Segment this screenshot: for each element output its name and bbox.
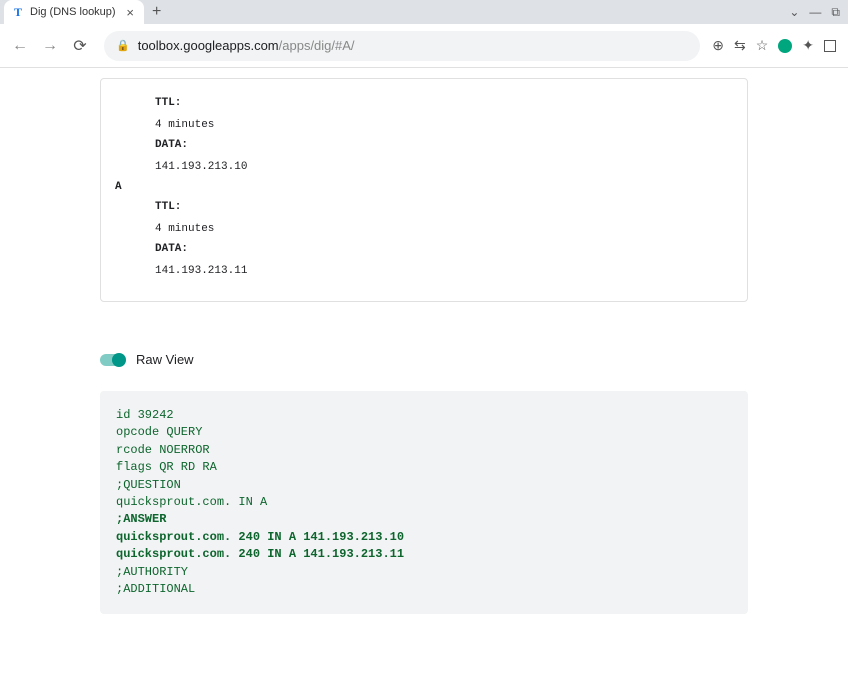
close-icon[interactable]: × [126,5,134,20]
raw-view-toggle[interactable] [100,354,124,366]
window-controls: ⌄ — ⧉ [789,5,848,20]
raw-line: rcode NOERROR [116,442,732,459]
ttl-value: 4 minutes [155,223,733,235]
maximize-icon[interactable]: ⧉ [831,5,840,20]
account-icon[interactable] [824,40,836,52]
tab-favicon: T [12,6,24,18]
zoom-icon[interactable]: ⊕ [712,37,724,54]
lock-icon: 🔒 [116,39,130,52]
browser-tab[interactable]: T Dig (DNS lookup) × [4,0,144,24]
data-value: 141.193.213.10 [155,161,733,173]
raw-line: ;ADDITIONAL [116,581,732,598]
ttl-value: 4 minutes [155,119,733,131]
dns-records-card: TTL: 4 minutes DATA: 141.193.213.10 A TT… [100,78,748,302]
extensions-button[interactable]: ✦ [802,37,814,54]
forward-button[interactable]: → [38,34,62,58]
toggle-thumb [112,353,126,367]
browser-tab-strip: T Dig (DNS lookup) × + ⌄ — ⧉ [0,0,848,24]
data-label: DATA: [155,243,733,255]
dns-record: TTL: 4 minutes DATA: 141.193.213.10 [115,97,733,173]
url-text: toolbox.googleapps.com/apps/dig/#A/ [138,38,355,53]
raw-output: id 39242opcode QUERYrcode NOERRORflags Q… [100,391,748,614]
back-button[interactable]: ← [8,34,32,58]
reload-button[interactable]: ⟳ [68,34,92,58]
raw-view-section: Raw View id 39242opcode QUERYrcode NOERR… [100,352,748,614]
raw-line: ;AUTHORITY [116,564,732,581]
ttl-label: TTL: [155,201,733,213]
raw-view-label: Raw View [136,352,194,367]
raw-line: id 39242 [116,407,732,424]
raw-line: quicksprout.com. 240 IN A 141.193.213.11 [116,546,732,563]
raw-line: opcode QUERY [116,424,732,441]
raw-line: quicksprout.com. 240 IN A 141.193.213.10 [116,529,732,546]
data-label: DATA: [155,139,733,151]
bookmark-icon[interactable]: ☆ [756,37,769,54]
share-icon[interactable]: ⇆ [734,37,746,54]
raw-line: ;ANSWER [116,511,732,528]
record-type: A [115,181,733,193]
new-tab-button[interactable]: + [152,3,161,21]
tab-title: Dig (DNS lookup) [30,6,120,18]
data-value: 141.193.213.11 [155,265,733,277]
minimize-icon[interactable]: — [809,5,821,20]
toolbar-actions: ⊕ ⇆ ☆ ✦ [712,37,840,54]
ttl-label: TTL: [155,97,733,109]
chevron-down-icon[interactable]: ⌄ [789,5,799,20]
raw-view-header: Raw View [100,352,748,367]
dns-record: A TTL: 4 minutes DATA: 141.193.213.11 [115,181,733,277]
raw-line: flags QR RD RA [116,459,732,476]
page-content: TTL: 4 minutes DATA: 141.193.213.10 A TT… [0,78,848,614]
browser-toolbar: ← → ⟳ 🔒 toolbox.googleapps.com/apps/dig/… [0,24,848,68]
raw-line: ;QUESTION [116,477,732,494]
raw-line: quicksprout.com. IN A [116,494,732,511]
extension-icon[interactable] [778,39,792,53]
address-bar[interactable]: 🔒 toolbox.googleapps.com/apps/dig/#A/ [104,31,700,61]
